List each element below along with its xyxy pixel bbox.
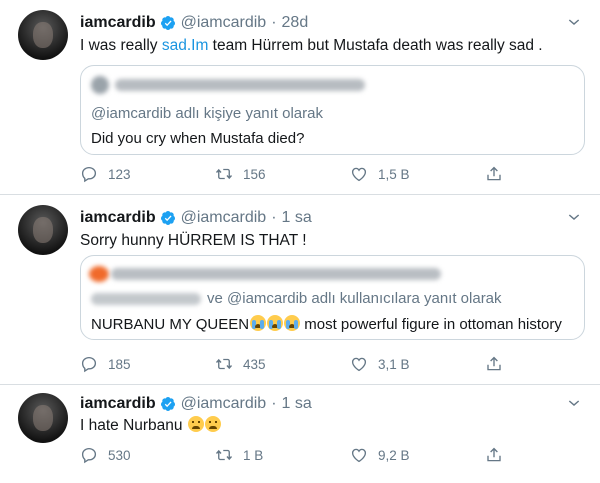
user-handle[interactable]: @iamcardib xyxy=(181,14,267,32)
separator: · xyxy=(271,14,277,31)
avatar[interactable] xyxy=(18,10,68,60)
crying-face-emoji xyxy=(250,315,267,331)
disappointed-face-emoji xyxy=(187,416,204,432)
reply-context: @iamcardib adlı kişiye yanıt olarak xyxy=(91,105,323,122)
redacted-username xyxy=(111,268,441,280)
tweet-text-part: I was really xyxy=(80,37,162,54)
tweet-link[interactable]: sad.Im xyxy=(162,37,209,54)
retweet-count: 1 B xyxy=(243,447,264,463)
tweet[interactable]: iamcardib @iamcardib · 1 sa Sorry hunny … xyxy=(0,195,600,385)
reply-context: ve @iamcardib adlı kullanıcılara yanıt o… xyxy=(207,290,502,307)
reply-button[interactable]: 123 xyxy=(80,164,215,184)
quoted-text-part: NURBANU MY QUEEN xyxy=(91,316,250,333)
separator: · xyxy=(271,395,277,412)
tweet-text: Sorry hunny HÜRREM IS THAT ! xyxy=(80,232,307,249)
like-icon xyxy=(350,446,368,464)
retweet-button[interactable]: 156 xyxy=(215,164,350,184)
like-icon xyxy=(350,165,368,183)
redacted-avatar xyxy=(89,266,109,282)
disappointed-face-emoji xyxy=(204,416,221,432)
crying-face-emoji xyxy=(284,315,301,331)
like-count: 3,1 B xyxy=(378,356,410,372)
tweet-header: iamcardib @iamcardib · 28d xyxy=(80,12,308,34)
chevron-down-icon[interactable] xyxy=(566,209,582,225)
like-count: 1,5 B xyxy=(378,166,410,182)
chevron-down-icon[interactable] xyxy=(566,14,582,30)
quoted-tweet[interactable]: @iamcardib adlı kişiye yanıt olarak Did … xyxy=(80,65,585,155)
reply-button[interactable]: 185 xyxy=(80,354,215,374)
like-count: 9,2 B xyxy=(378,447,410,463)
share-icon xyxy=(485,446,503,464)
display-name[interactable]: iamcardib xyxy=(80,14,156,32)
reply-button[interactable]: 530 xyxy=(80,445,215,465)
tweet-text-part: I hate Nurbanu xyxy=(80,417,183,434)
retweet-count: 435 xyxy=(243,356,266,372)
redacted-avatar xyxy=(91,76,109,94)
reply-count: 123 xyxy=(108,166,131,182)
timestamp[interactable]: 28d xyxy=(282,14,309,32)
verified-badge-icon xyxy=(160,396,176,412)
tweet-text: I hate Nurbanu xyxy=(80,416,221,436)
quoted-text-part: most powerful figure in ottoman history xyxy=(300,316,562,333)
share-icon xyxy=(485,165,503,183)
user-handle[interactable]: @iamcardib xyxy=(181,395,267,413)
redacted-mentions xyxy=(91,293,201,305)
crying-face-emoji xyxy=(267,315,284,331)
tweet-text: I was really sad.Im team Hürrem but Must… xyxy=(80,36,543,56)
retweet-icon xyxy=(215,355,233,373)
like-button[interactable]: 9,2 B xyxy=(350,445,485,465)
reply-count: 185 xyxy=(108,356,131,372)
like-icon xyxy=(350,355,368,373)
share-icon xyxy=(485,355,503,373)
tweet-actions: 530 1 B 9,2 B xyxy=(80,445,520,465)
share-button[interactable] xyxy=(485,164,515,184)
retweet-count: 156 xyxy=(243,166,266,182)
reply-icon xyxy=(80,446,98,464)
tweet-text-part: team Hürrem but Mustafa death was really… xyxy=(208,37,543,54)
timestamp[interactable]: 1 sa xyxy=(282,209,312,227)
timestamp[interactable]: 1 sa xyxy=(282,395,312,413)
tweet-header: iamcardib @iamcardib · 1 sa xyxy=(80,207,312,229)
quoted-text: Did you cry when Mustafa died? xyxy=(91,130,305,147)
share-button[interactable] xyxy=(485,354,515,374)
tweet-header: iamcardib @iamcardib · 1 sa xyxy=(80,393,312,415)
tweet[interactable]: iamcardib @iamcardib · 1 sa I hate Nurba… xyxy=(0,385,600,483)
retweet-button[interactable]: 1 B xyxy=(215,445,350,465)
display-name[interactable]: iamcardib xyxy=(80,395,156,413)
like-button[interactable]: 3,1 B xyxy=(350,354,485,374)
reply-count: 530 xyxy=(108,447,131,463)
tweet-actions: 185 435 3,1 B xyxy=(80,354,520,374)
chevron-down-icon[interactable] xyxy=(566,395,582,411)
tweet-actions: 123 156 1,5 B xyxy=(80,164,520,184)
share-button[interactable] xyxy=(485,445,515,465)
display-name[interactable]: iamcardib xyxy=(80,209,156,227)
like-button[interactable]: 1,5 B xyxy=(350,164,485,184)
retweet-icon xyxy=(215,165,233,183)
quoted-text: NURBANU MY QUEEN most powerful figure in… xyxy=(91,315,562,333)
verified-badge-icon xyxy=(160,15,176,31)
user-handle[interactable]: @iamcardib xyxy=(181,209,267,227)
quoted-tweet[interactable]: ve @iamcardib adlı kullanıcılara yanıt o… xyxy=(80,255,585,340)
avatar[interactable] xyxy=(18,205,68,255)
redacted-username xyxy=(115,79,365,91)
reply-icon xyxy=(80,165,98,183)
tweet[interactable]: iamcardib @iamcardib · 28d I was really … xyxy=(0,0,600,195)
retweet-button[interactable]: 435 xyxy=(215,354,350,374)
retweet-icon xyxy=(215,446,233,464)
reply-icon xyxy=(80,355,98,373)
verified-badge-icon xyxy=(160,210,176,226)
separator: · xyxy=(271,209,277,226)
avatar[interactable] xyxy=(18,393,68,443)
